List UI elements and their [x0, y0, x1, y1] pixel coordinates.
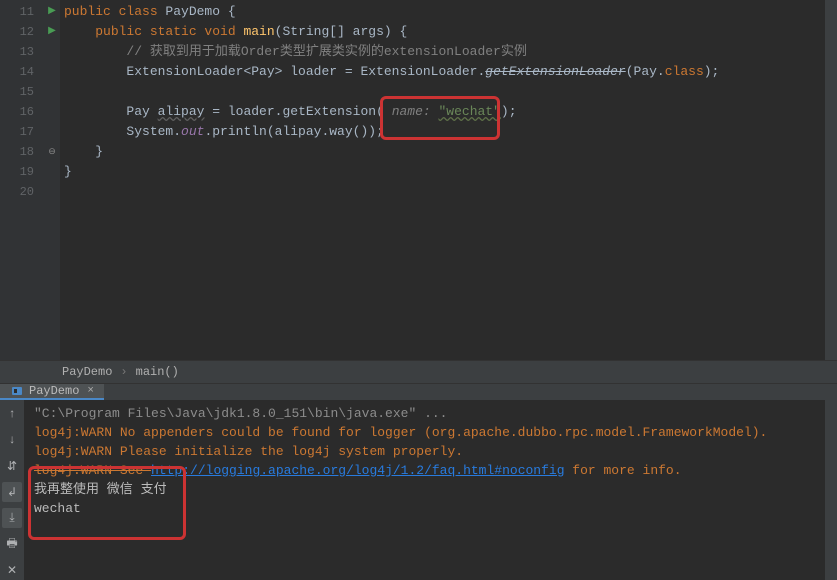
run-icon[interactable]: ▶ — [44, 22, 60, 42]
console-output[interactable]: "C:\Program Files\Java\jdk1.8.0_151\bin\… — [24, 400, 825, 580]
run-config-icon — [10, 384, 24, 398]
breadcrumb-method[interactable]: main() — [132, 365, 183, 379]
chevron-right-icon: › — [116, 365, 131, 379]
print-icon[interactable]: 🖶 — [2, 534, 22, 554]
soft-wrap-icon[interactable]: ↲ — [2, 482, 22, 502]
tab-label: PayDemo — [29, 384, 79, 398]
fold-icon[interactable]: ⊖ — [44, 142, 60, 162]
down-icon[interactable]: ↓ — [2, 430, 22, 450]
run-tool-window: PayDemo × ↑ ↓ ⇵ ↲ ⤓ 🖶 ✕ "C:\Program File… — [0, 384, 837, 554]
code-editor[interactable]: 11 12 13 14 15 16 17 18 19 20 ▶ ▶ ⊖ publ… — [0, 0, 837, 360]
run-icon[interactable]: ▶ — [44, 2, 60, 22]
line-number-gutter: 11 12 13 14 15 16 17 18 19 20 — [0, 0, 44, 360]
console-toolbar: ↑ ↓ ⇵ ↲ ⤓ 🖶 ✕ — [0, 400, 24, 580]
scroll-to-end-icon[interactable]: ⤓ — [2, 508, 22, 528]
console-tab[interactable]: PayDemo × — [0, 384, 104, 400]
filter-icon[interactable]: ⇵ — [2, 456, 22, 476]
clear-icon[interactable]: ✕ — [2, 560, 22, 580]
editor-scrollbar[interactable] — [825, 0, 837, 360]
console-scrollbar[interactable] — [825, 400, 837, 580]
breadcrumb: PayDemo › main() — [0, 360, 837, 384]
log4j-faq-link[interactable]: http://logging.apache.org/log4j/1.2/faq.… — [151, 463, 564, 478]
console-tab-bar: PayDemo × — [0, 384, 837, 400]
up-icon[interactable]: ↑ — [2, 404, 22, 424]
gutter-icons: ▶ ▶ ⊖ — [44, 0, 60, 360]
code-content[interactable]: public class PayDemo { public static voi… — [60, 0, 825, 360]
close-icon[interactable]: × — [87, 385, 94, 397]
breadcrumb-class[interactable]: PayDemo — [58, 365, 116, 379]
